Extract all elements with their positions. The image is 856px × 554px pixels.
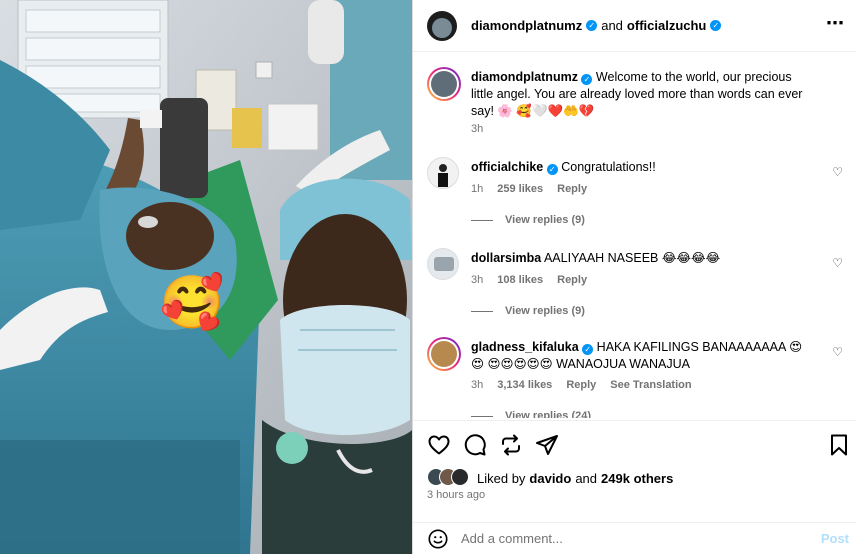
- likes-others-count[interactable]: 249k others: [601, 471, 673, 486]
- comment-item: gladness_kifaluka ✓ HAKA KAFILINGS BANAA…: [427, 337, 847, 418]
- author-username[interactable]: diamondplatnumz: [471, 18, 582, 33]
- comment-like-heart-icon[interactable]: ♡: [832, 345, 843, 359]
- caption-meta: 3h: [471, 123, 483, 135]
- comment-like-heart-icon[interactable]: ♡: [832, 256, 843, 270]
- comment-reply-button[interactable]: Reply: [557, 274, 587, 286]
- author-avatar[interactable]: [427, 10, 457, 41]
- see-translation-button[interactable]: See Translation: [610, 379, 691, 391]
- view-replies-button[interactable]: View replies (9): [471, 214, 585, 226]
- comment-username[interactable]: officialchike: [471, 160, 543, 174]
- liker-avatar: [451, 468, 469, 486]
- instagram-post-view: 🥰 diamondplatnumz ✓ and officialzuchu ✓ …: [0, 0, 856, 554]
- comment-text: AALIYAAH NASEEB 😂😂😂😂: [543, 251, 721, 265]
- comment-time[interactable]: 3h: [471, 379, 483, 391]
- share-send-icon[interactable]: [535, 433, 559, 457]
- save-bookmark-icon[interactable]: [827, 433, 851, 457]
- comment-reply-button[interactable]: Reply: [557, 183, 587, 195]
- action-bar: [413, 420, 856, 466]
- comment-avatar[interactable]: [427, 248, 459, 280]
- post-timestamp[interactable]: 3 hours ago: [427, 489, 485, 501]
- author-joiner: and: [601, 18, 623, 33]
- comment-username[interactable]: gladness_kifaluka: [471, 340, 579, 354]
- caption-time[interactable]: 3h: [471, 123, 483, 135]
- comment-time[interactable]: 3h: [471, 274, 483, 286]
- comment-meta: 3h 3,134 likes Reply See Translation: [471, 379, 692, 391]
- like-heart-icon[interactable]: [427, 433, 451, 457]
- comment-time[interactable]: 1h: [471, 183, 483, 195]
- coauthor-username[interactable]: officialzuchu: [627, 18, 706, 33]
- more-options-icon[interactable]: ⋯: [826, 14, 845, 32]
- add-comment-bar: Post: [413, 522, 856, 554]
- verified-badge-icon: ✓: [581, 74, 593, 85]
- view-replies-label: View replies (24): [505, 410, 592, 418]
- verified-badge-icon: ✓: [710, 20, 722, 31]
- liker-avatars[interactable]: [427, 468, 473, 488]
- post-photo[interactable]: 🥰: [0, 0, 412, 554]
- comment-text: Congratulations!!: [561, 160, 656, 174]
- comment-like-count[interactable]: 3,134 likes: [497, 379, 552, 391]
- replies-divider: [471, 415, 493, 417]
- verified-badge-icon: ✓: [582, 344, 594, 355]
- view-replies-label: View replies (9): [505, 305, 585, 317]
- replies-divider: [471, 219, 493, 221]
- repost-icon[interactable]: [499, 433, 523, 457]
- verified-badge-icon: ✓: [586, 20, 598, 31]
- comment-reply-button[interactable]: Reply: [566, 379, 596, 391]
- comment-input[interactable]: [461, 531, 791, 546]
- comment-like-count[interactable]: 259 likes: [497, 183, 543, 195]
- post-comment-button[interactable]: Post: [821, 531, 849, 546]
- likes-joiner: and: [575, 470, 598, 486]
- comments-list[interactable]: diamondplatnumz ✓ Welcome to the world, …: [413, 53, 856, 418]
- comment-avatar[interactable]: [427, 337, 461, 371]
- comment-item: dollarsimba AALIYAAH NASEEB 😂😂😂😂 ♡ 3h 10…: [427, 248, 847, 328]
- caption-avatar[interactable]: [427, 67, 461, 101]
- comment-meta: 1h 259 likes Reply: [471, 183, 587, 195]
- caption-body: diamondplatnumz ✓ Welcome to the world, …: [471, 69, 811, 120]
- view-replies-button[interactable]: View replies (24): [471, 410, 591, 418]
- view-replies-button[interactable]: View replies (9): [471, 305, 585, 317]
- comment-avatar[interactable]: [427, 157, 459, 189]
- likes-prefix: Liked by: [477, 470, 526, 486]
- view-replies-label: View replies (9): [505, 214, 585, 226]
- comment-username[interactable]: dollarsimba: [471, 251, 541, 265]
- caption: diamondplatnumz ✓ Welcome to the world, …: [427, 67, 847, 147]
- header-authors: diamondplatnumz ✓ and officialzuchu ✓: [471, 18, 722, 33]
- caption-username[interactable]: diamondplatnumz: [471, 70, 578, 84]
- likes-summary: Liked by davido and 249k others: [427, 467, 673, 489]
- replies-divider: [471, 310, 493, 312]
- comment-meta: 3h 108 likes Reply: [471, 274, 587, 286]
- comment-like-count[interactable]: 108 likes: [497, 274, 543, 286]
- face-sticker: 🥰: [160, 271, 225, 332]
- comment-bubble-icon[interactable]: [463, 433, 487, 457]
- comment-body: gladness_kifaluka ✓ HAKA KAFILINGS BANAA…: [471, 339, 811, 373]
- post-header: diamondplatnumz ✓ and officialzuchu ✓ ⋯: [413, 0, 856, 52]
- comment-item: officialchike ✓ Congratulations!! ♡ 1h 2…: [427, 157, 847, 237]
- verified-badge-icon: ✓: [546, 164, 558, 175]
- post-sidebar: diamondplatnumz ✓ and officialzuchu ✓ ⋯ …: [412, 0, 856, 554]
- liked-by-user[interactable]: davido: [529, 471, 571, 486]
- comment-like-heart-icon[interactable]: ♡: [832, 165, 843, 179]
- emoji-icon[interactable]: [427, 528, 449, 550]
- photo-illustration: 🥰: [0, 0, 412, 554]
- comment-body: dollarsimba AALIYAAH NASEEB 😂😂😂😂: [471, 250, 811, 267]
- comment-body: officialchike ✓ Congratulations!!: [471, 159, 811, 176]
